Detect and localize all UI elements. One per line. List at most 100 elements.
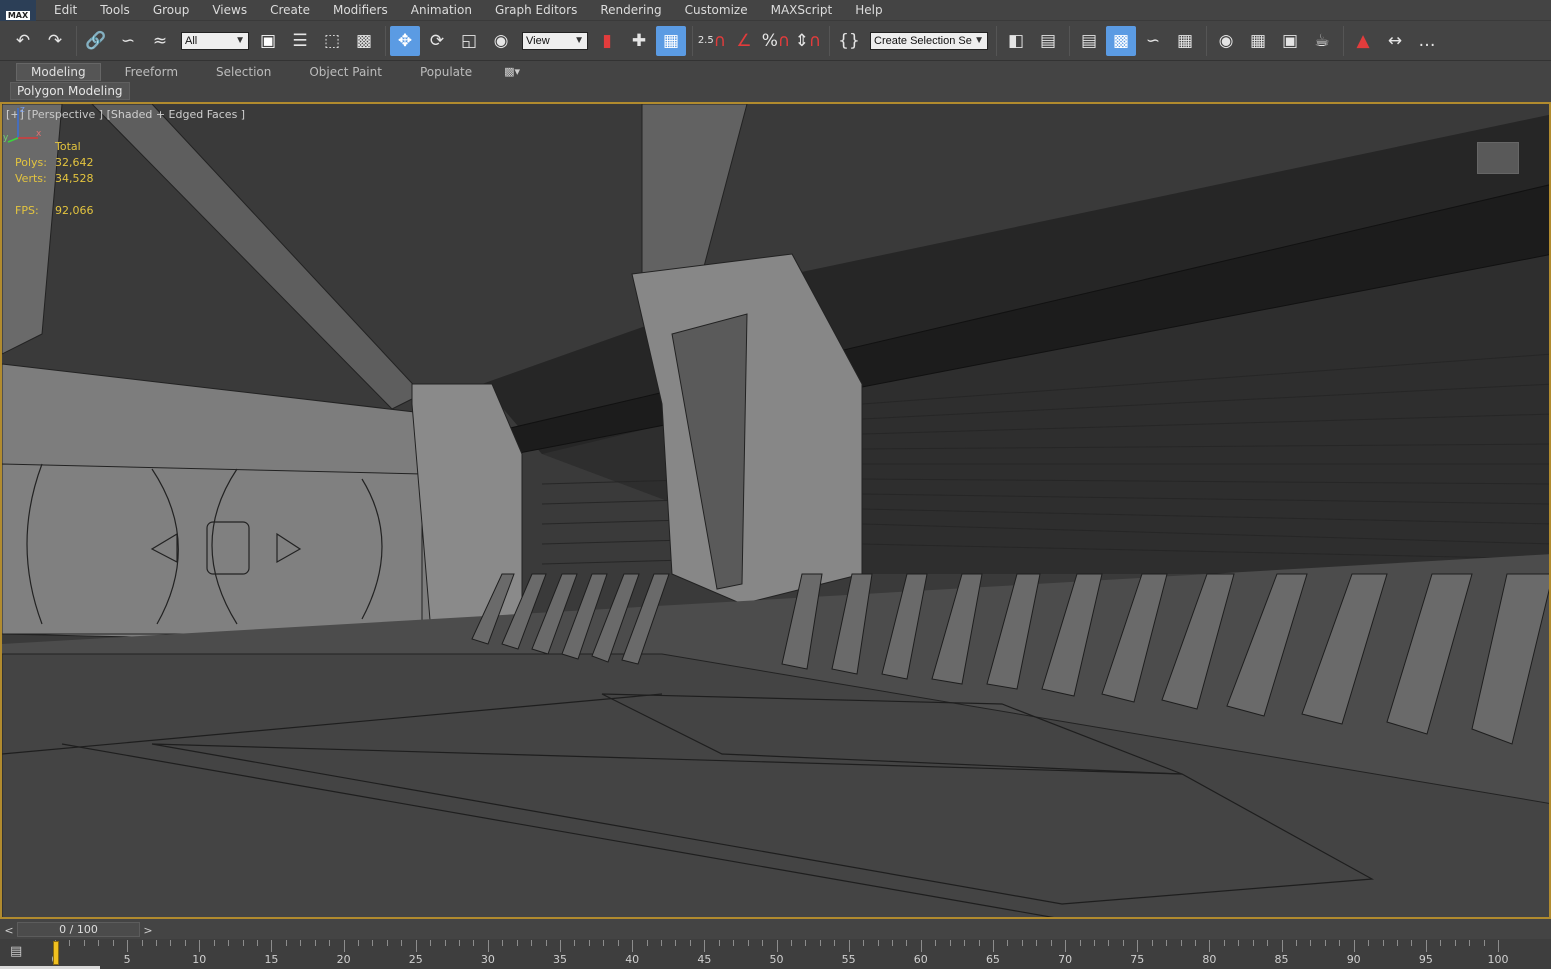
- time-cursor[interactable]: [53, 941, 59, 965]
- track-tick: [516, 940, 518, 946]
- window-crossing-icon[interactable]: ▩: [349, 26, 379, 56]
- track-tick: [1281, 940, 1283, 952]
- menu-help[interactable]: Help: [855, 3, 882, 17]
- time-next-button[interactable]: >: [141, 923, 155, 937]
- time-prev-button[interactable]: <: [2, 923, 16, 937]
- track-tick: [1050, 940, 1052, 946]
- track-tick: [228, 940, 230, 946]
- track-tick: [949, 940, 951, 946]
- named-selection-dropdown[interactable]: Create Selection Se ▼: [870, 31, 988, 50]
- spinner-snap-icon[interactable]: ⇕ ∩: [793, 26, 823, 56]
- render-setup-icon[interactable]: ▦: [1243, 26, 1273, 56]
- track-bar-ruler[interactable]: 0510152025303540455055606570758085909510…: [52, 939, 1509, 969]
- toolbar-separator: [1343, 25, 1344, 56]
- ribbon-options-icon[interactable]: ▩▾: [504, 65, 520, 78]
- bind-space-warp-icon[interactable]: ≈: [145, 26, 175, 56]
- particle-view-icon[interactable]: …: [1412, 26, 1442, 56]
- unlink-icon[interactable]: ∽: [113, 26, 143, 56]
- track-tick: [747, 940, 749, 946]
- selection-filter-dropdown[interactable]: All ▼: [181, 31, 249, 50]
- track-tick: [314, 940, 316, 946]
- align-icon[interactable]: ▤: [1033, 26, 1063, 56]
- track-tick: [372, 940, 374, 946]
- menu-graph-editors[interactable]: Graph Editors: [495, 3, 577, 17]
- snaps-toggle-icon[interactable]: 2.5 ∩: [697, 26, 727, 56]
- time-slider-bar: < 0 / 100 >: [0, 921, 1551, 939]
- track-bar[interactable]: ▤ 05101520253035404550556065707580859095…: [0, 939, 1551, 969]
- rotate-icon[interactable]: ⟳: [422, 26, 452, 56]
- tab-populate[interactable]: Populate: [406, 63, 486, 81]
- track-tick: [1209, 940, 1211, 952]
- viewport-stats: Total Polys: 32,642 Verts: 34,528 FPS: 92,0…: [15, 139, 94, 219]
- track-tick-label: 80: [1202, 953, 1217, 966]
- render-production-icon[interactable]: ☕: [1307, 26, 1337, 56]
- material-editor-icon[interactable]: ◉: [1211, 26, 1241, 56]
- undo-icon[interactable]: ↶: [8, 26, 38, 56]
- scene-explorer-icon[interactable]: ▩: [1106, 25, 1136, 56]
- track-tick: [1440, 940, 1442, 946]
- viewport-shading-label[interactable]: [Shaded + Edged Faces ]: [107, 108, 245, 121]
- select-manipulate-icon[interactable]: ✚: [624, 26, 654, 56]
- menu-modifiers[interactable]: Modifiers: [333, 3, 388, 17]
- select-by-name-icon[interactable]: ☰: [285, 26, 315, 56]
- menu-create[interactable]: Create: [270, 3, 310, 17]
- menu-edit[interactable]: Edit: [54, 3, 77, 17]
- tab-selection[interactable]: Selection: [202, 63, 285, 81]
- app-logo[interactable]: MAX: [0, 0, 36, 21]
- viewcube-icon[interactable]: [1477, 142, 1519, 174]
- move-icon[interactable]: ✥: [390, 25, 420, 56]
- menu-maxscript[interactable]: MAXScript: [771, 3, 833, 17]
- track-tick: [992, 940, 994, 952]
- track-tick: [588, 940, 590, 946]
- civil-view-icon[interactable]: ▲: [1348, 26, 1378, 56]
- pivot-center-icon[interactable]: ▮: [592, 26, 622, 56]
- snaps-toggle-label: 2.5: [697, 35, 714, 46]
- track-tick: [1036, 940, 1038, 946]
- track-tick: [689, 940, 691, 946]
- keyboard-shortcut-override-icon[interactable]: ▦: [656, 25, 686, 56]
- menu-tools[interactable]: Tools: [100, 3, 130, 17]
- scale-icon[interactable]: ◱: [454, 26, 484, 56]
- track-tick: [733, 940, 735, 946]
- menu-rendering[interactable]: Rendering: [600, 3, 661, 17]
- track-tick: [790, 940, 792, 946]
- reference-coordinate-dropdown[interactable]: View ▼: [522, 31, 588, 50]
- stats-polys-row: Polys: 32,642: [15, 155, 94, 171]
- tab-modeling[interactable]: Modeling: [16, 62, 101, 81]
- track-tick: [1382, 940, 1384, 946]
- edit-named-selection-icon[interactable]: {}: [834, 26, 864, 56]
- angle-snap-icon[interactable]: ∠: [729, 26, 759, 56]
- layer-explorer-icon[interactable]: ▤: [1074, 26, 1104, 56]
- tab-polygon-modeling[interactable]: Polygon Modeling: [10, 82, 130, 100]
- menu-animation[interactable]: Animation: [411, 3, 472, 17]
- track-tick: [675, 940, 677, 946]
- track-tick: [646, 940, 648, 946]
- perspective-viewport[interactable]: [+] [Perspective ] [Shaded + Edged Faces…: [0, 102, 1551, 919]
- mirror-icon[interactable]: ◧: [1001, 26, 1031, 56]
- curve-editor-icon[interactable]: ∽: [1138, 26, 1168, 56]
- schematic-view-icon[interactable]: ▦: [1170, 26, 1200, 56]
- menu-group[interactable]: Group: [153, 3, 190, 17]
- percent-snap-icon[interactable]: % ∩: [761, 26, 791, 56]
- tab-object-paint[interactable]: Object Paint: [295, 63, 396, 81]
- time-slider[interactable]: 0 / 100: [17, 922, 140, 937]
- place-icon[interactable]: ◉: [486, 26, 516, 56]
- track-tick: [1339, 940, 1341, 946]
- track-tick: [560, 940, 562, 952]
- menu-bar: MAX Edit Tools Group Views Create Modifi…: [0, 0, 1551, 21]
- toolbar-separator: [829, 25, 830, 56]
- rectangular-selection-icon[interactable]: ⬚: [317, 26, 347, 56]
- menu-customize[interactable]: Customize: [685, 3, 748, 17]
- track-tick: [920, 940, 922, 952]
- tab-freeform[interactable]: Freeform: [111, 63, 192, 81]
- link-icon[interactable]: 🔗: [81, 26, 111, 56]
- select-object-icon[interactable]: ▣: [253, 26, 283, 56]
- stats-verts-value: 34,528: [55, 172, 94, 185]
- mini-curve-editor-icon[interactable]: ▤: [10, 944, 32, 962]
- redo-icon[interactable]: ↷: [40, 26, 70, 56]
- measure-distance-icon[interactable]: ↔: [1380, 26, 1410, 56]
- track-tick: [285, 940, 287, 946]
- track-tick: [978, 940, 980, 946]
- menu-views[interactable]: Views: [212, 3, 247, 17]
- rendered-frame-window-icon[interactable]: ▣: [1275, 26, 1305, 56]
